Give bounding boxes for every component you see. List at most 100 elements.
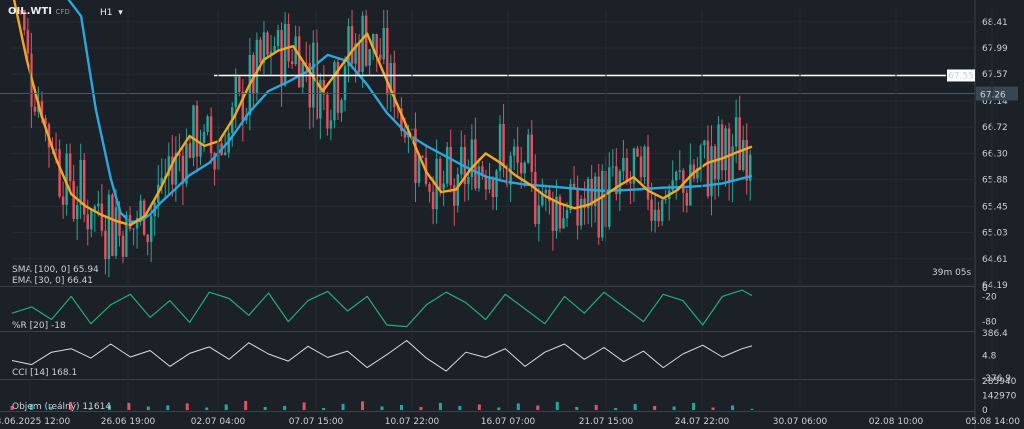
time-tick-label: 21.07 15:00 [579,417,634,427]
time-tick-label: 30.07 06:00 [773,417,828,427]
volume-bar [536,405,540,410]
candle-body [689,164,692,206]
volume-bar [127,402,131,410]
candle-body [111,194,114,256]
volume-tick-label: 142970 [982,392,1017,402]
volume-bar [185,403,189,410]
candle-body [544,189,548,194]
candle-body [502,123,505,166]
price-tick-label: 64.61 [982,255,1008,265]
candle-body [266,32,269,55]
candle-body [534,171,537,224]
time-tick-label: 23.06.2025 12:00 [0,417,70,427]
candle-body [107,194,111,260]
candle-body [273,46,276,52]
chart-window: 68.41 67.99 67.57 67.14 66.72 66.30 65.88 65.45… [0,0,1024,429]
price-tick-label: 67.57 [982,70,1008,80]
price-tick-label: 65.03 [982,229,1008,239]
volume-bar [731,405,735,410]
price-tick-label: 66.30 [982,149,1008,159]
candle-body [608,167,611,227]
candle-body [449,146,452,186]
candle-body [368,49,371,66]
candle-body [234,76,237,108]
candle-body [734,117,738,147]
candle-body [209,116,213,154]
candle-body [519,162,523,174]
candle-body [202,131,206,143]
candle-body [104,230,107,260]
candle-body [664,199,667,201]
volume-bar [458,405,462,410]
candle-body [551,201,555,232]
candle-body [639,156,643,178]
volume-bar [322,407,326,410]
volume-bar [614,407,618,410]
candle-body [438,158,442,190]
symbol-header[interactable]: OIL.WTI CFD [8,6,70,17]
candle-body [675,171,678,181]
candle-body [611,166,615,168]
candle-body [527,134,530,163]
candle-body [414,128,417,184]
candle-body [195,105,199,157]
volume-bar [633,403,637,410]
candle-body [523,162,526,174]
candle-body [290,61,294,64]
candle-body [491,178,495,198]
volume-bar [750,408,754,410]
candle-body [717,124,720,180]
price-tick-label: 66.72 [982,123,1008,133]
candle-body [287,23,290,62]
williams-legend: %R [20] -18 [12,321,66,331]
time-tick-label: 16.07 07:00 [481,417,536,427]
candle-body [75,204,79,219]
candle-body [625,158,629,182]
volume-bar [516,403,520,410]
candle-body [653,209,657,221]
candle-body [442,183,445,190]
symbol-suffix: CFD [55,8,70,16]
candle-body [601,170,604,238]
candle-body [343,66,347,101]
candle-body [724,128,727,171]
candle-body [329,120,333,129]
volume-tick-label: 285940 [982,377,1017,387]
candle-body [259,39,262,63]
candle-body [445,146,449,184]
volume-bar [672,406,676,410]
volume-bar [594,404,598,410]
volume-bar [692,402,696,410]
candle-body [495,170,498,198]
price-tick-label: 68.41 [982,18,1008,28]
time-tick-label: 02.08 10:00 [869,417,924,427]
candle-body [206,116,209,132]
volume-bar [497,407,501,410]
candle-body [223,152,227,155]
candle-body [326,94,329,129]
candle-body [379,54,382,60]
chevron-down-icon: ▾ [115,8,123,18]
price-tick-label: 65.45 [982,202,1008,212]
volume-bar [302,402,306,410]
cci-tick-label: 4.8 [982,351,997,361]
candle-body [72,181,75,219]
candle-body [678,170,681,172]
candle-body [114,207,118,256]
timeframe-label: H1 [100,8,113,18]
cci-legend: CCI [14] 168.1 [12,368,77,378]
volume-legend: Objem (reálný) 11614 [12,402,111,412]
volume-bar [653,405,657,410]
volume-bar [361,401,365,410]
williams-tick-label: -80 [982,318,997,328]
candle-body [703,140,706,146]
chart-canvas[interactable]: 68.4167.9967.5767.1466.7266.3065.8865.45… [0,0,1024,429]
candle-body [333,62,336,121]
volume-bar [419,406,423,410]
candle-body [431,191,435,210]
candle-body [382,27,385,60]
candle-body [685,192,689,206]
candle-body [188,143,192,158]
volume-bar [380,406,384,410]
timeframe-selector[interactable]: H1 ▾ [100,8,123,18]
